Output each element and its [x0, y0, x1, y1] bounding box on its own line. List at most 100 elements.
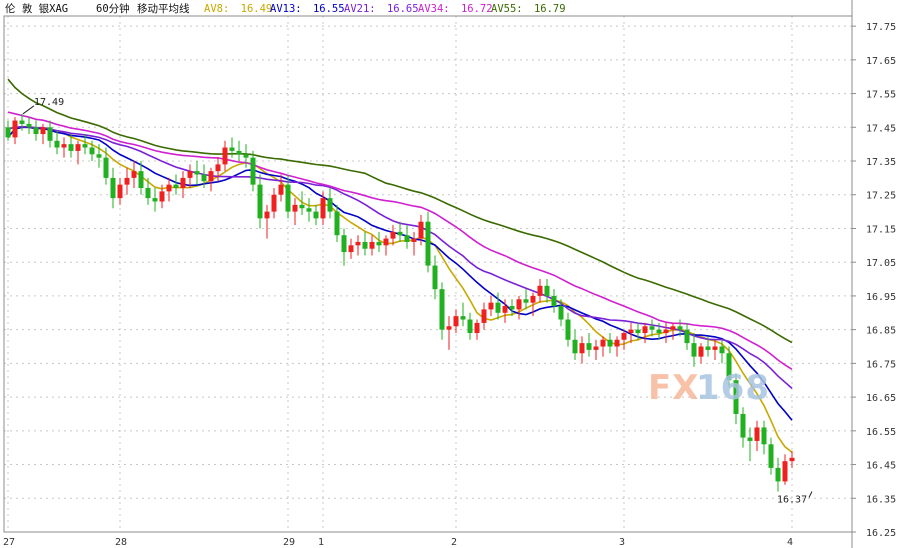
candle-body — [432, 265, 438, 290]
y-tick-label: 17.45 — [866, 123, 896, 134]
candle-body — [390, 231, 396, 239]
candle-body — [306, 208, 312, 212]
axes: 17.75 17.65 17.55 17.45 17.35 17.25 17.15 17.05… — [3, 0, 896, 548]
candle-body — [299, 204, 305, 209]
y-tick-label: 17.35 — [866, 157, 896, 168]
x-tick-label: 2 — [451, 537, 457, 548]
candle-body — [712, 346, 718, 350]
low-price-label: 16.37 — [777, 495, 807, 506]
ma21-value: 16.65 — [387, 3, 419, 15]
candle-body — [292, 204, 298, 212]
y-tick-label: 17.05 — [866, 258, 896, 269]
candle-body — [257, 184, 263, 219]
annotation-leader — [22, 105, 35, 115]
candle-body — [5, 127, 11, 138]
timeframe-label: 60分钟 — [96, 2, 130, 15]
candle-body — [719, 346, 725, 354]
candle-body — [369, 241, 375, 249]
ma21-label: AV21: — [344, 3, 376, 15]
candle-body — [516, 299, 522, 310]
candle-body — [159, 191, 165, 202]
x-tick-label: 29 — [283, 537, 295, 548]
candle-body — [124, 177, 130, 185]
candle-body — [327, 198, 333, 212]
candle-body — [425, 221, 431, 266]
candle-body — [103, 157, 109, 178]
candle-body — [488, 302, 494, 310]
candle-body — [628, 329, 634, 334]
candle-body — [236, 150, 242, 155]
ma8-legend: AV8: 16.49 — [204, 3, 272, 15]
candle-body — [404, 235, 410, 242]
candle-body — [138, 171, 144, 188]
candle-body — [376, 241, 382, 246]
candle-body — [397, 231, 403, 236]
y-tick-label: 17.65 — [866, 56, 896, 67]
candle-body — [418, 221, 424, 239]
y-tick-label: 16.25 — [866, 528, 896, 539]
candle-body — [166, 184, 172, 192]
candle-body — [453, 316, 459, 327]
candle-body — [173, 184, 179, 188]
candle-body — [586, 343, 592, 350]
price-annotations: 17.49 16.37 — [22, 97, 813, 506]
y-tick-label: 17.55 — [866, 90, 896, 101]
candle-body — [635, 329, 641, 334]
candle-body — [446, 326, 452, 330]
candle-body — [208, 171, 214, 182]
candle-body — [194, 171, 200, 175]
candle-body — [348, 245, 354, 253]
candle-body — [75, 144, 81, 151]
y-tick-label: 16.75 — [866, 359, 896, 370]
ma34-legend: AV34: 16.72 — [418, 3, 493, 15]
y-tick-label: 16.35 — [866, 494, 896, 505]
candle-body — [691, 343, 697, 357]
candle-body — [607, 339, 613, 347]
instrument-label: 伦 敦 银XAG — [5, 2, 68, 15]
candle-body — [670, 326, 676, 330]
candle-body — [187, 171, 193, 178]
candle-body — [600, 339, 606, 347]
candle-body — [201, 174, 207, 182]
candle-body — [747, 437, 753, 441]
ma55-legend: AV55: 16.79 — [491, 3, 566, 15]
candle-body — [439, 289, 445, 330]
x-tick-label: 28 — [115, 537, 127, 548]
candle-body — [152, 198, 158, 202]
candle-body — [754, 427, 760, 441]
ma8-value: 16.49 — [241, 3, 273, 15]
y-tick-label: 16.65 — [866, 393, 896, 404]
candle-body — [82, 144, 88, 148]
ma8-label: AV8: — [204, 3, 229, 15]
candle-body — [789, 457, 795, 462]
ma13-legend: AV13: 16.55 — [270, 3, 345, 15]
candles — [5, 113, 795, 492]
candle-body — [565, 319, 571, 340]
y-tick-label: 16.45 — [866, 461, 896, 472]
candle-body — [180, 177, 186, 188]
candle-body — [481, 309, 487, 323]
ma13-value: 16.55 — [313, 3, 345, 15]
candle-body — [740, 413, 746, 438]
candle-body — [530, 295, 536, 303]
candlestick-chart: 17.75 17.65 17.55 17.45 17.35 17.25 17.15 17.05… — [3, 0, 896, 548]
candle-body — [684, 329, 690, 344]
candle-body — [656, 329, 662, 334]
watermark-fx: FX — [648, 368, 699, 408]
candle-body — [768, 444, 774, 468]
candle-body — [40, 127, 46, 135]
indicator-label: 移动平均线 — [137, 2, 190, 15]
candle-body — [551, 295, 557, 307]
candle-body — [117, 184, 123, 199]
candle-body — [47, 127, 53, 141]
candle-body — [26, 123, 32, 128]
ma55-label: AV55: — [491, 3, 523, 15]
ma13-label: AV13: — [270, 3, 302, 15]
candle-body — [19, 120, 25, 124]
candle-body — [320, 198, 326, 219]
candle-body — [460, 316, 466, 320]
candle-body — [271, 194, 277, 212]
x-tick-label: 3 — [619, 537, 625, 548]
candle-body — [362, 241, 368, 249]
y-tick-label: 16.95 — [866, 292, 896, 303]
